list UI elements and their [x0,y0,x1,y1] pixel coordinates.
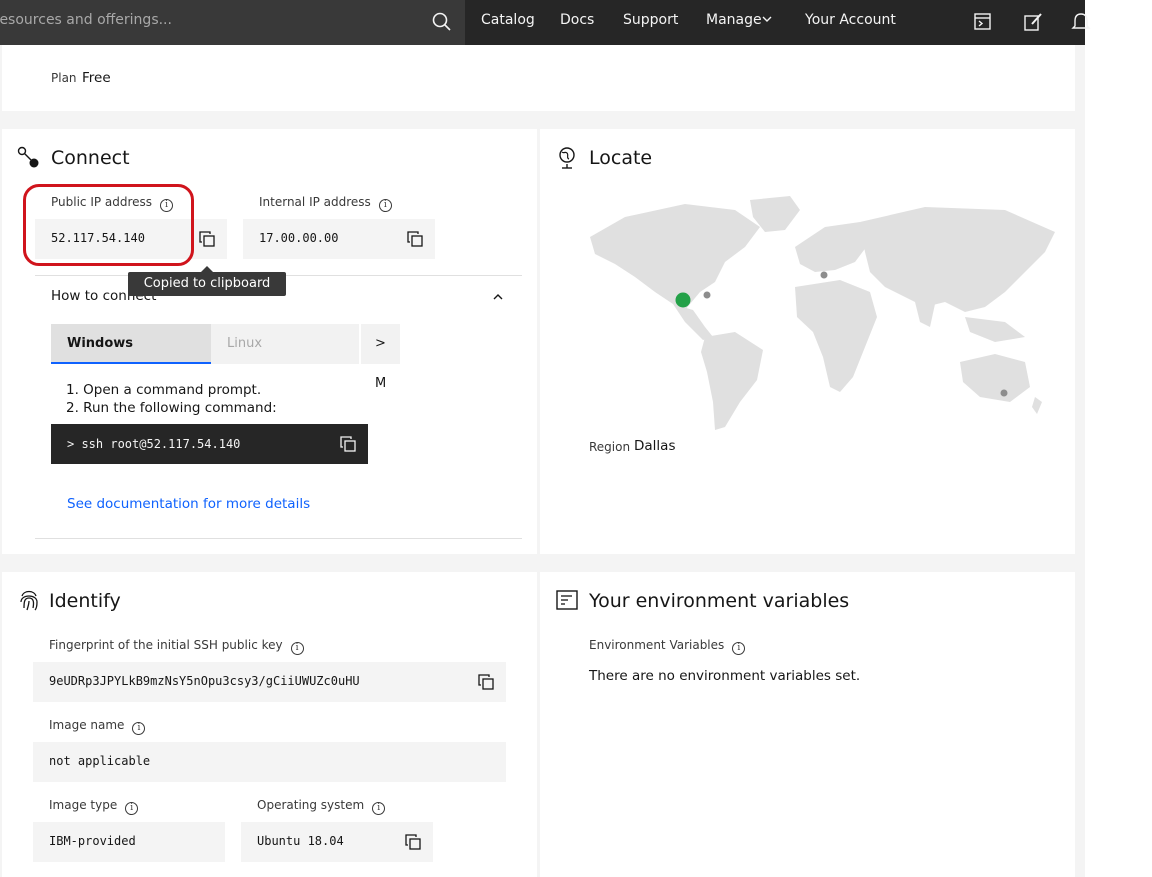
search-bar[interactable]: resources and offerings... [0,0,465,45]
env-title: Your environment variables [589,590,850,612]
internal-ip-field: 17.00.00.00 [243,219,435,259]
connect-icon [17,146,39,168]
locate-title: Locate [589,147,653,169]
fingerprint-icon [20,590,38,611]
nav-support[interactable]: Support [623,12,678,28]
ssh-command: > ssh root@52.117.54.140 [67,437,241,451]
nav-docs[interactable]: Docs [560,12,594,28]
search-icon[interactable] [431,11,453,33]
location-marker[interactable] [675,292,691,308]
nav-your-account[interactable]: Your Account [805,12,896,28]
edit-icon[interactable] [1022,11,1044,33]
identify-title: Identify [49,590,121,612]
info-icon[interactable]: i [372,802,386,815]
top-header: resources and offerings... Catalog Docs … [0,0,1091,45]
nav-manage[interactable]: Manage [706,12,762,28]
chevron-up-icon[interactable] [491,290,505,304]
env-card [540,572,1075,877]
image-type-value: IBM-provided [49,834,136,848]
region-label: Region [589,440,631,454]
info-icon[interactable]: i [132,722,146,735]
image-name-field: not applicable [33,742,506,782]
info-icon[interactable]: i [732,642,746,655]
search-input[interactable]: resources and offerings... [0,12,172,28]
fingerprint-value: 9eUDRp3JPYLkB9mzNsY5nOpu3csy3/gCiiUWUZc0… [49,674,360,688]
env-label: Environment Variables i [589,638,746,655]
page: resources and offerings... Catalog Docs … [0,0,1152,877]
image-type-field: IBM-provided [33,822,225,862]
plan-card [2,45,1075,111]
plan-label: Plan [51,71,77,85]
tab-more[interactable]: > M [361,324,400,391]
image-type-label: Image type i [49,798,139,815]
tab-linux[interactable]: Linux [211,324,359,364]
datacenter-dot[interactable] [820,271,828,279]
tab-windows[interactable]: Windows [51,324,211,364]
image-name-value: not applicable [49,754,151,768]
highlight-annotation [23,184,194,266]
copy-icon[interactable] [199,231,215,247]
internal-ip-value: 17.00.00.00 [259,231,339,245]
terminal-icon[interactable] [972,11,994,33]
fingerprint-field: 9eUDRp3JPYLkB9mzNsY5nOpu3csy3/gCiiUWUZc0… [33,662,506,702]
globe-icon [559,147,575,169]
image-name-label: Image name i [49,718,146,735]
internal-ip-label: Internal IP address i [259,195,392,212]
info-icon[interactable]: i [290,642,304,655]
info-icon[interactable]: i [378,199,392,212]
document-icon [556,590,578,610]
world-map [590,196,1055,430]
os-field: Ubuntu 18.04 [241,822,433,862]
connect-steps: 1. Open a command prompt. 2. Run the fol… [66,381,277,417]
os-tabs: Windows Linux > M [51,324,400,391]
notification-icon[interactable] [1070,11,1092,33]
chevron-down-icon[interactable] [760,12,774,26]
copy-icon[interactable] [407,231,423,247]
region-value: Dallas [634,438,676,454]
ssh-command-block: > ssh root@52.117.54.140 [51,424,368,464]
copy-icon[interactable] [478,674,494,690]
copy-icon[interactable] [405,834,421,850]
nav-catalog[interactable]: Catalog [481,12,535,28]
list-item: 2. Run the following command: [66,400,277,416]
copy-icon[interactable] [340,436,356,452]
list-item: 1. Open a command prompt. [66,382,262,398]
info-icon[interactable]: i [125,802,139,815]
env-empty-message: There are no environment variables set. [589,668,861,684]
connect-title: Connect [51,147,130,169]
os-value: Ubuntu 18.04 [257,834,344,848]
fingerprint-label: Fingerprint of the initial SSH public ke… [49,638,304,655]
datacenter-dot[interactable] [1000,389,1008,397]
datacenter-dot[interactable] [703,291,711,299]
plan-value: Free [82,70,111,86]
divider [35,538,522,539]
documentation-link[interactable]: See documentation for more details [67,496,310,512]
copied-tooltip: Copied to clipboard [128,272,286,296]
os-label: Operating system i [257,798,386,815]
